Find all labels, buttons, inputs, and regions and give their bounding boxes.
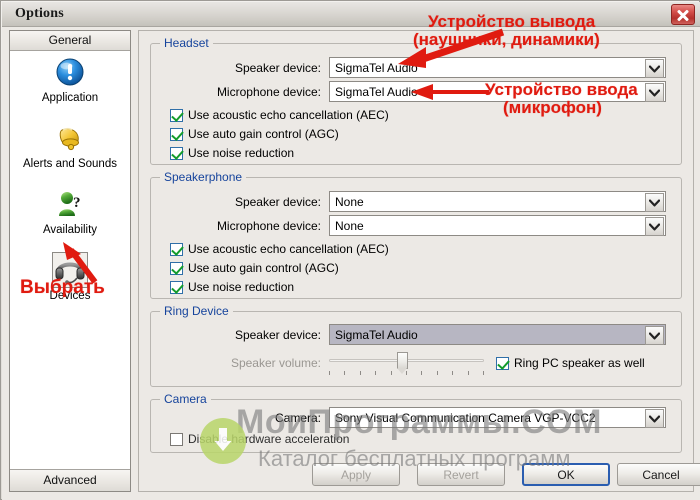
- sidebar-item-label: Availability: [42, 224, 98, 236]
- annotation-output-device-line2: (наушники, динамики): [413, 30, 600, 49]
- speakerphone-speaker-device-select[interactable]: None: [329, 191, 666, 212]
- annotation-input-device-line1: Устройство ввода: [485, 80, 638, 99]
- cancel-button[interactable]: Cancel: [617, 463, 700, 486]
- speakerphone-agc-checkbox[interactable]: Use auto gain control (AGC): [170, 261, 339, 275]
- checkbox-box: [170, 108, 183, 122]
- sidebar: General Application Alerts and Sounds ? …: [9, 30, 131, 492]
- ring-device-group: Ring Device Speaker device: SigmaTel Aud…: [150, 304, 682, 387]
- chevron-down-icon[interactable]: [645, 409, 664, 428]
- headset-aec-checkbox[interactable]: Use acoustic echo cancellation (AEC): [170, 108, 389, 122]
- apply-button-label: Apply: [340, 467, 372, 482]
- ring-pc-speaker-checkbox[interactable]: Ring PC speaker as well: [496, 356, 645, 370]
- chevron-down-icon[interactable]: [645, 217, 664, 236]
- sidebar-item-label: Application: [41, 92, 99, 104]
- sidebar-item-availability[interactable]: ? Availability: [10, 187, 130, 236]
- chevron-down-icon[interactable]: [645, 193, 664, 212]
- sidebar-item-application[interactable]: Application: [10, 55, 130, 104]
- speakerphone-microphone-label: Microphone device:: [216, 219, 321, 233]
- checkbox-label: Use noise reduction: [188, 280, 295, 294]
- headset-group: Headset Speaker device: SigmaTel Audio M…: [150, 36, 682, 165]
- speakerphone-group: Speakerphone Speaker device: None Microp…: [150, 170, 682, 299]
- title-bar: Options: [2, 2, 700, 27]
- checkbox-label: Use auto gain control (AGC): [188, 261, 339, 275]
- headset-speaker-device-select[interactable]: SigmaTel Audio: [329, 57, 666, 78]
- headset-noise-reduction-checkbox[interactable]: Use noise reduction: [170, 146, 294, 160]
- checkbox-label: Use auto gain control (AGC): [188, 127, 339, 141]
- headset-microphone-label: Microphone device:: [216, 85, 321, 99]
- speakerphone-aec-checkbox[interactable]: Use acoustic echo cancellation (AEC): [170, 242, 389, 256]
- apply-button[interactable]: Apply: [312, 463, 400, 486]
- revert-button[interactable]: Revert: [417, 463, 505, 486]
- camera-label: Camera:: [274, 411, 321, 425]
- checkbox-box: [170, 146, 183, 160]
- checkbox-box: [170, 280, 183, 294]
- chevron-down-icon[interactable]: [645, 83, 664, 102]
- checkbox-box: [170, 242, 183, 256]
- watermark-download-badge: [200, 418, 246, 464]
- svg-text:?: ?: [73, 195, 81, 211]
- window-title: Options: [15, 6, 64, 21]
- slider-ticks: [329, 371, 484, 376]
- ring-device-speaker-select[interactable]: SigmaTel Audio: [329, 324, 666, 345]
- sidebar-item-label: Alerts and Sounds: [23, 158, 117, 170]
- chevron-down-icon[interactable]: [645, 326, 664, 345]
- bell-icon: [10, 121, 130, 157]
- speaker-volume-slider[interactable]: [329, 352, 484, 376]
- sidebar-footer-advanced[interactable]: Advanced: [10, 469, 130, 491]
- slider-thumb[interactable]: [396, 352, 408, 374]
- revert-button-label: Revert: [443, 467, 479, 482]
- headset-agc-checkbox[interactable]: Use auto gain control (AGC): [170, 127, 339, 141]
- camera-option-checkbox[interactable]: Disable hardware acceleration: [170, 432, 349, 446]
- ring-device-speaker-value: SigmaTel Audio: [330, 327, 665, 342]
- availability-question-icon: ?: [10, 187, 130, 223]
- exclamation-circle-icon: [10, 55, 130, 91]
- download-arrow-icon: [214, 431, 232, 451]
- speakerphone-speaker-device-value: None: [335, 194, 364, 209]
- speakerphone-speaker-label: Speaker device:: [234, 195, 321, 209]
- checkbox-label: Use noise reduction: [188, 146, 295, 160]
- annotation-output-device-line1: Устройство вывода: [428, 12, 596, 31]
- options-dialog-screenshot: Options General Application Alerts and S…: [0, 0, 700, 500]
- window-frame: Options General Application Alerts and S…: [0, 0, 700, 500]
- speakerphone-group-legend: Speakerphone: [160, 170, 247, 184]
- checkbox-label: Ring PC speaker as well: [514, 356, 645, 370]
- annotation-input-device-line2: (микрофон): [503, 98, 602, 117]
- checkbox-box: [170, 432, 183, 446]
- ring-device-speaker-label: Speaker device:: [234, 328, 321, 342]
- speaker-volume-label: Speaker volume:: [230, 356, 321, 370]
- ok-button[interactable]: OK: [522, 463, 610, 486]
- speakerphone-noise-reduction-checkbox[interactable]: Use noise reduction: [170, 280, 294, 294]
- headset-speaker-device-value: SigmaTel Audio: [335, 60, 418, 75]
- checkbox-box: [170, 127, 183, 141]
- camera-device-select[interactable]: Sony Visual Communication Camera VGP-VCC…: [329, 407, 666, 428]
- checkbox-label: Use acoustic echo cancellation (AEC): [188, 242, 389, 256]
- speakerphone-microphone-device-select[interactable]: None: [329, 215, 666, 236]
- checkbox-label: Use acoustic echo cancellation (AEC): [188, 108, 389, 122]
- ok-button-label: OK: [557, 467, 575, 482]
- close-icon[interactable]: [671, 4, 695, 25]
- headset-group-legend: Headset: [160, 36, 213, 50]
- checkbox-box: [496, 356, 509, 370]
- annotation-select: Выбрать: [20, 277, 105, 298]
- headset-speaker-label: Speaker device:: [234, 61, 321, 75]
- ring-device-group-legend: Ring Device: [160, 304, 233, 318]
- camera-group-legend: Camera: [160, 392, 211, 406]
- sidebar-item-alerts-and-sounds[interactable]: Alerts and Sounds: [10, 121, 130, 170]
- checkbox-box: [170, 261, 183, 275]
- chevron-down-icon[interactable]: [645, 59, 664, 78]
- sidebar-header-general[interactable]: General: [10, 31, 130, 51]
- camera-device-value: Sony Visual Communication Camera VGP-VCC…: [335, 410, 596, 425]
- cancel-button-label: Cancel: [642, 467, 680, 482]
- speakerphone-microphone-device-value: None: [335, 218, 364, 233]
